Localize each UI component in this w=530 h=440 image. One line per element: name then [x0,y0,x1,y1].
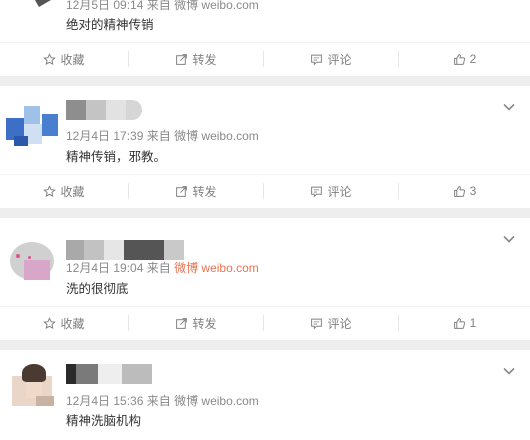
like-count: 1 [469,316,477,330]
post-text: 精神洗脑机构 [66,414,142,428]
post-card: 12月4日 15:36 来自 微博 weibo.com 精神洗脑机构 [0,350,530,440]
post-card: 12月4日 17:39 来自 微博 weibo.com 精神传销，邪教。 收藏 … [0,86,530,208]
post-meta: 12月4日 19:04 来自 微博 weibo.com [66,261,259,275]
action-bar: 收藏 转发 评论 2 [0,42,530,75]
post-source[interactable]: 微博 weibo.com [174,394,259,408]
star-icon [43,184,57,197]
post-time[interactable]: 12月4日 15:36 [66,394,143,408]
like-button[interactable]: 1 [399,307,530,339]
avatar[interactable] [6,100,66,148]
repost-button[interactable]: 转发 [129,307,263,339]
post-meta: 12月4日 17:39 来自 微博 weibo.com [66,129,259,143]
chevron-down-icon[interactable] [502,366,516,376]
username-blurred[interactable] [66,364,152,384]
comment-label: 评论 [327,316,352,331]
repost-button[interactable]: 转发 [129,43,263,75]
post-from: 来自 [146,261,171,275]
post-time[interactable]: 12月5日 09:14 [66,0,143,12]
comment-button[interactable]: 评论 [264,307,398,339]
repost-label: 转发 [192,184,217,199]
comment-icon [311,186,323,198]
post-source[interactable]: 微博 weibo.com [174,129,259,143]
post-card: 12月5日 09:14 来自 微博 weibo.com 绝对的精神传销 收藏 转… [0,0,530,76]
thumbs-up-icon [453,317,465,329]
post-text: 精神传销，邪教。 [66,150,167,164]
comment-label: 评论 [327,52,352,67]
chevron-down-icon[interactable] [502,234,516,244]
star-icon [43,52,57,65]
action-bar: 收藏 转发 评论 1 [0,306,530,339]
like-button[interactable]: 2 [399,43,530,75]
like-button[interactable]: 3 [399,175,530,207]
repost-icon [176,317,188,329]
repost-icon [176,185,188,197]
post-meta: 12月5日 09:14 来自 微博 weibo.com [66,0,259,12]
repost-label: 转发 [192,52,217,67]
post-source[interactable]: 微博 weibo.com [174,261,259,275]
thumbs-up-icon [453,185,465,197]
comment-icon [311,54,323,66]
action-bar: 收藏 转发 评论 3 [0,174,530,207]
post-meta: 12月4日 15:36 来自 微博 weibo.com [66,394,259,408]
comment-label: 评论 [327,184,352,199]
like-count: 2 [469,52,477,66]
repost-label: 转发 [192,316,217,331]
favorite-label: 收藏 [60,52,85,67]
thumbs-up-icon [453,53,465,65]
favorite-button[interactable]: 收藏 [0,43,128,75]
avatar[interactable] [6,362,66,410]
username-blurred[interactable] [66,240,184,260]
repost-icon [176,53,188,65]
post-from: 来自 [146,394,171,408]
post-from: 来自 [146,0,171,12]
favorite-label: 收藏 [60,316,85,331]
post-text: 绝对的精神传销 [66,18,154,32]
like-count: 3 [469,184,477,198]
post-source[interactable]: 微博 weibo.com [174,0,259,12]
post-from: 来自 [146,129,171,143]
chevron-down-icon[interactable] [502,102,516,112]
post-text: 洗的很彻底 [66,282,129,296]
avatar[interactable] [6,0,66,14]
favorite-button[interactable]: 收藏 [0,175,128,207]
username-blurred[interactable] [66,100,142,120]
post-card: 12月4日 19:04 来自 微博 weibo.com 洗的很彻底 收藏 转发 … [0,218,530,340]
repost-button[interactable]: 转发 [129,175,263,207]
post-time[interactable]: 12月4日 17:39 [66,129,143,143]
comment-button[interactable]: 评论 [264,43,398,75]
favorite-button[interactable]: 收藏 [0,307,128,339]
star-icon [43,316,57,329]
comment-icon [311,318,323,330]
avatar[interactable] [6,238,66,286]
post-time[interactable]: 12月4日 19:04 [66,261,143,275]
favorite-label: 收藏 [60,184,85,199]
comment-button[interactable]: 评论 [264,175,398,207]
